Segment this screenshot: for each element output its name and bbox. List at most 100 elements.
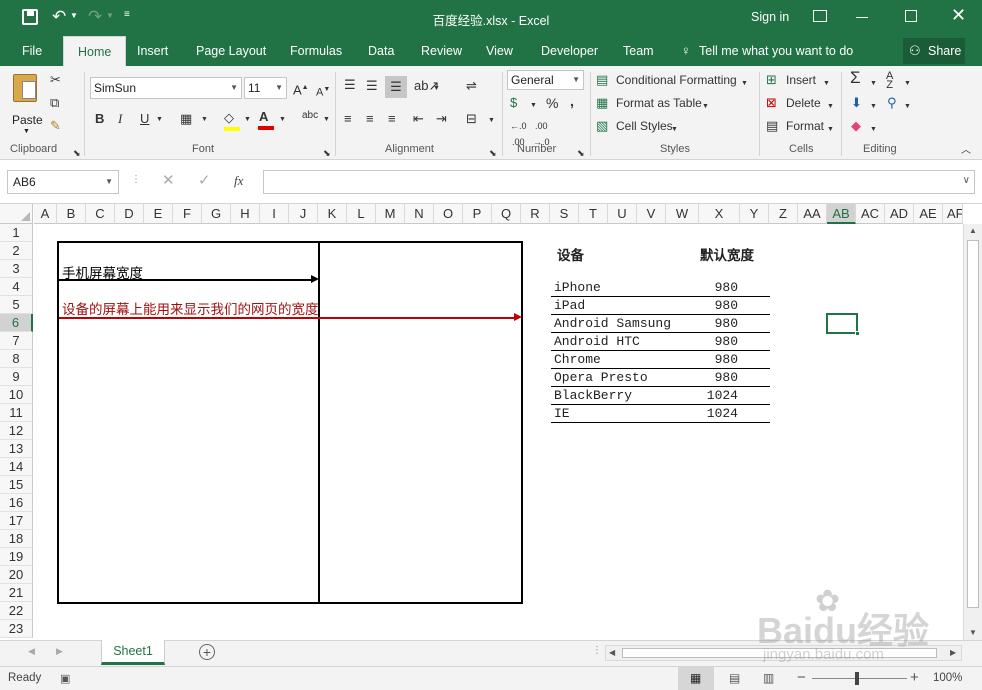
tab-page-layout[interactable]: Page Layout — [196, 36, 266, 66]
row-header[interactable]: 11 — [0, 404, 33, 422]
row-header[interactable]: 3 — [0, 260, 33, 278]
cancel-icon[interactable]: ✕ — [162, 171, 175, 189]
font-color-dropdown-icon[interactable]: ▼ — [279, 112, 286, 128]
column-header[interactable]: I — [260, 204, 289, 224]
font-launcher-icon[interactable]: ⬊ — [323, 145, 331, 161]
row-header[interactable]: 21 — [0, 584, 33, 602]
accounting-dropdown-icon[interactable]: ▼ — [530, 98, 537, 114]
column-header[interactable]: AC — [856, 204, 885, 224]
borders-icon[interactable]: ▦ — [180, 111, 192, 127]
column-header[interactable]: H — [231, 204, 260, 224]
scroll-sheets-right-icon[interactable]: ▶ — [56, 646, 63, 657]
accounting-format-icon[interactable]: $ — [510, 95, 517, 111]
sort-filter-icon[interactable]: AZ — [886, 71, 893, 91]
row-header[interactable]: 23 — [0, 620, 33, 638]
format-table-dropdown-icon[interactable]: ▼ — [702, 99, 709, 115]
delete-dropdown-icon[interactable]: ▼ — [827, 99, 834, 115]
normal-view-button[interactable]: ▦ — [678, 667, 714, 690]
clear-dropdown-icon[interactable]: ▼ — [870, 122, 877, 138]
align-middle-icon[interactable]: ☰ — [366, 78, 378, 94]
column-header[interactable]: V — [637, 204, 666, 224]
row-header[interactable]: 18 — [0, 530, 33, 548]
cell-styles-dropdown-icon[interactable]: ▼ — [671, 122, 678, 138]
decrease-indent-icon[interactable]: ⇤ — [413, 111, 424, 127]
row-header[interactable]: 13 — [0, 440, 33, 458]
maximize-icon[interactable] — [905, 10, 917, 22]
autosum-icon[interactable]: Σ — [850, 69, 861, 86]
active-cell-selection[interactable] — [826, 313, 860, 336]
column-header[interactable]: Z — [769, 204, 798, 224]
column-header[interactable]: M — [376, 204, 405, 224]
formula-input[interactable]: ∨ — [263, 170, 975, 194]
font-name-select[interactable]: SimSun ▼ — [90, 77, 242, 99]
name-box[interactable]: AB6 ▼ — [7, 170, 119, 194]
merge-dropdown-icon[interactable]: ▼ — [488, 113, 495, 129]
column-header[interactable]: N — [405, 204, 434, 224]
phonetic-dropdown-icon[interactable]: ▼ — [323, 112, 330, 128]
column-header[interactable]: T — [579, 204, 608, 224]
underline-dropdown-icon[interactable]: ▼ — [156, 112, 163, 128]
clear-icon[interactable]: ◆ — [851, 118, 861, 134]
cell-styles-button[interactable]: Cell Styles — [616, 119, 673, 133]
tab-data[interactable]: Data — [368, 36, 394, 66]
row-header[interactable]: 1 — [0, 224, 33, 242]
zoom-level[interactable]: 100% — [933, 672, 962, 684]
column-header[interactable]: Y — [740, 204, 769, 224]
insert-function-icon[interactable]: fx — [234, 173, 243, 189]
column-header[interactable]: O — [434, 204, 463, 224]
insert-dropdown-icon[interactable]: ▼ — [823, 76, 830, 92]
column-header-selected[interactable]: AB — [827, 204, 856, 224]
horizontal-scrollbar[interactable]: ◀ ▶ — [605, 645, 962, 661]
row-header[interactable]: 7 — [0, 332, 33, 350]
tell-me-search[interactable]: Tell me what you want to do — [699, 36, 853, 66]
align-bottom-icon[interactable]: ☰ — [385, 76, 407, 98]
column-header[interactable]: G — [202, 204, 231, 224]
align-top-icon[interactable]: ☰ — [344, 77, 356, 93]
enter-icon[interactable]: ✓ — [198, 171, 211, 189]
row-header[interactable]: 17 — [0, 512, 33, 530]
tab-developer[interactable]: Developer — [541, 36, 598, 66]
scroll-right-icon[interactable]: ▶ — [950, 648, 956, 657]
format-painter-icon[interactable]: ✎ — [50, 118, 61, 134]
number-launcher-icon[interactable]: ⬊ — [577, 145, 585, 161]
format-as-table-button[interactable]: Format as Table — [616, 96, 702, 110]
scroll-sheets-left-icon[interactable]: ◀ — [28, 646, 35, 657]
page-break-view-icon[interactable]: ▥ — [763, 671, 774, 685]
align-left-icon[interactable]: ≡ — [344, 111, 352, 127]
tab-formulas[interactable]: Formulas — [290, 36, 342, 66]
phonetic-guide-icon[interactable]: abc — [302, 108, 318, 124]
column-header[interactable]: U — [608, 204, 637, 224]
column-header[interactable]: AF — [943, 204, 963, 224]
column-header[interactable]: AD — [885, 204, 914, 224]
column-header[interactable]: Q — [492, 204, 521, 224]
collapse-ribbon-icon[interactable]: ︿ — [961, 143, 971, 159]
tab-team[interactable]: Team — [623, 36, 654, 66]
row-header[interactable]: 9 — [0, 368, 33, 386]
column-header[interactable]: R — [521, 204, 550, 224]
column-header[interactable]: B — [57, 204, 86, 224]
horizontal-scroll-thumb[interactable] — [622, 648, 937, 658]
row-header[interactable]: 10 — [0, 386, 33, 404]
conditional-formatting-button[interactable]: Conditional Formatting — [616, 73, 737, 87]
row-header[interactable]: 20 — [0, 566, 33, 584]
align-center-icon[interactable]: ≡ — [366, 111, 374, 127]
row-header[interactable]: 8 — [0, 350, 33, 368]
autosum-dropdown-icon[interactable]: ▼ — [870, 76, 877, 92]
new-sheet-icon[interactable]: + — [199, 644, 215, 660]
fill-dropdown-icon[interactable]: ▼ — [870, 99, 877, 115]
format-cells-button[interactable]: Format — [786, 119, 824, 133]
ribbon-display-options-icon[interactable] — [813, 10, 827, 22]
column-header[interactable]: E — [144, 204, 173, 224]
row-header-selected[interactable]: 6 — [0, 314, 33, 332]
row-header[interactable]: 5 — [0, 296, 33, 314]
cut-icon[interactable]: ✂ — [50, 72, 61, 88]
column-header[interactable]: K — [318, 204, 347, 224]
column-header[interactable]: F — [173, 204, 202, 224]
column-header[interactable]: W — [666, 204, 699, 224]
scroll-up-icon[interactable]: ▲ — [969, 226, 977, 235]
select-all-corner[interactable] — [0, 204, 33, 224]
increase-indent-icon[interactable]: ⇥ — [436, 111, 447, 127]
fill-icon[interactable]: ⬇ — [851, 95, 862, 111]
row-header[interactable]: 12 — [0, 422, 33, 440]
comma-style-icon[interactable]: , — [570, 93, 574, 109]
